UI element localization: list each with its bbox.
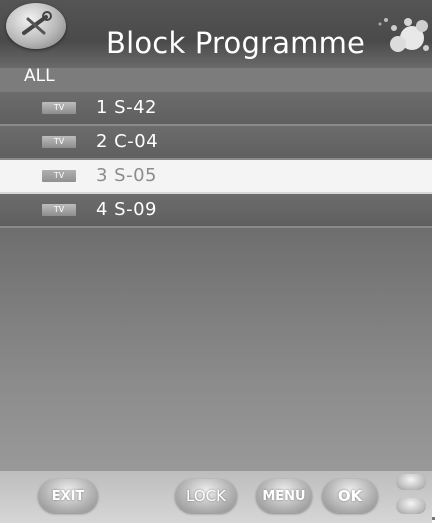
channel-list: TV 1 S-42 TV 2 C-04 TV 3 S-05 TV 4 S-09 [0, 92, 432, 228]
osd-screen: Block Programme ALL TV 1 S-42 TV 2 C-04 … [0, 0, 432, 523]
tv-badge: TV [42, 136, 76, 148]
channel-row[interactable]: TV 1 S-42 [0, 92, 432, 126]
page-margin [432, 0, 438, 523]
tv-badge: TV [42, 170, 76, 182]
lock-button-label: LOCK [186, 487, 226, 505]
up-button[interactable] [396, 474, 426, 490]
exit-button[interactable]: EXIT [38, 479, 98, 513]
channel-row[interactable]: TV 4 S-09 [0, 194, 432, 228]
bubbles-icon [378, 18, 429, 52]
channel-label: 4 S-09 [96, 199, 157, 220]
ok-button[interactable]: OK [322, 479, 378, 513]
exit-button-label: EXIT [51, 488, 85, 504]
lock-button[interactable]: LOCK [175, 479, 237, 513]
down-button[interactable] [396, 498, 426, 514]
menu-button[interactable]: MENU [256, 479, 312, 513]
channel-label: 1 S-42 [96, 97, 157, 118]
channel-label: 2 C-04 [96, 131, 159, 152]
ok-button-label: OK [337, 487, 363, 505]
corner-mark [432, 517, 435, 520]
empty-list-area [0, 228, 432, 471]
wrench-screwdriver-icon [6, 3, 66, 49]
page-title: Block Programme [106, 26, 366, 60]
tv-badge: TV [42, 204, 76, 216]
filter-label-all: ALL [24, 66, 55, 86]
channel-row-selected[interactable]: TV 3 S-05 [0, 160, 432, 194]
channel-row[interactable]: TV 2 C-04 [0, 126, 432, 160]
channel-label: 3 S-05 [96, 165, 157, 186]
menu-button-label: MENU [262, 488, 306, 504]
tv-badge: TV [42, 102, 76, 114]
header-bar: Block Programme [0, 0, 432, 68]
